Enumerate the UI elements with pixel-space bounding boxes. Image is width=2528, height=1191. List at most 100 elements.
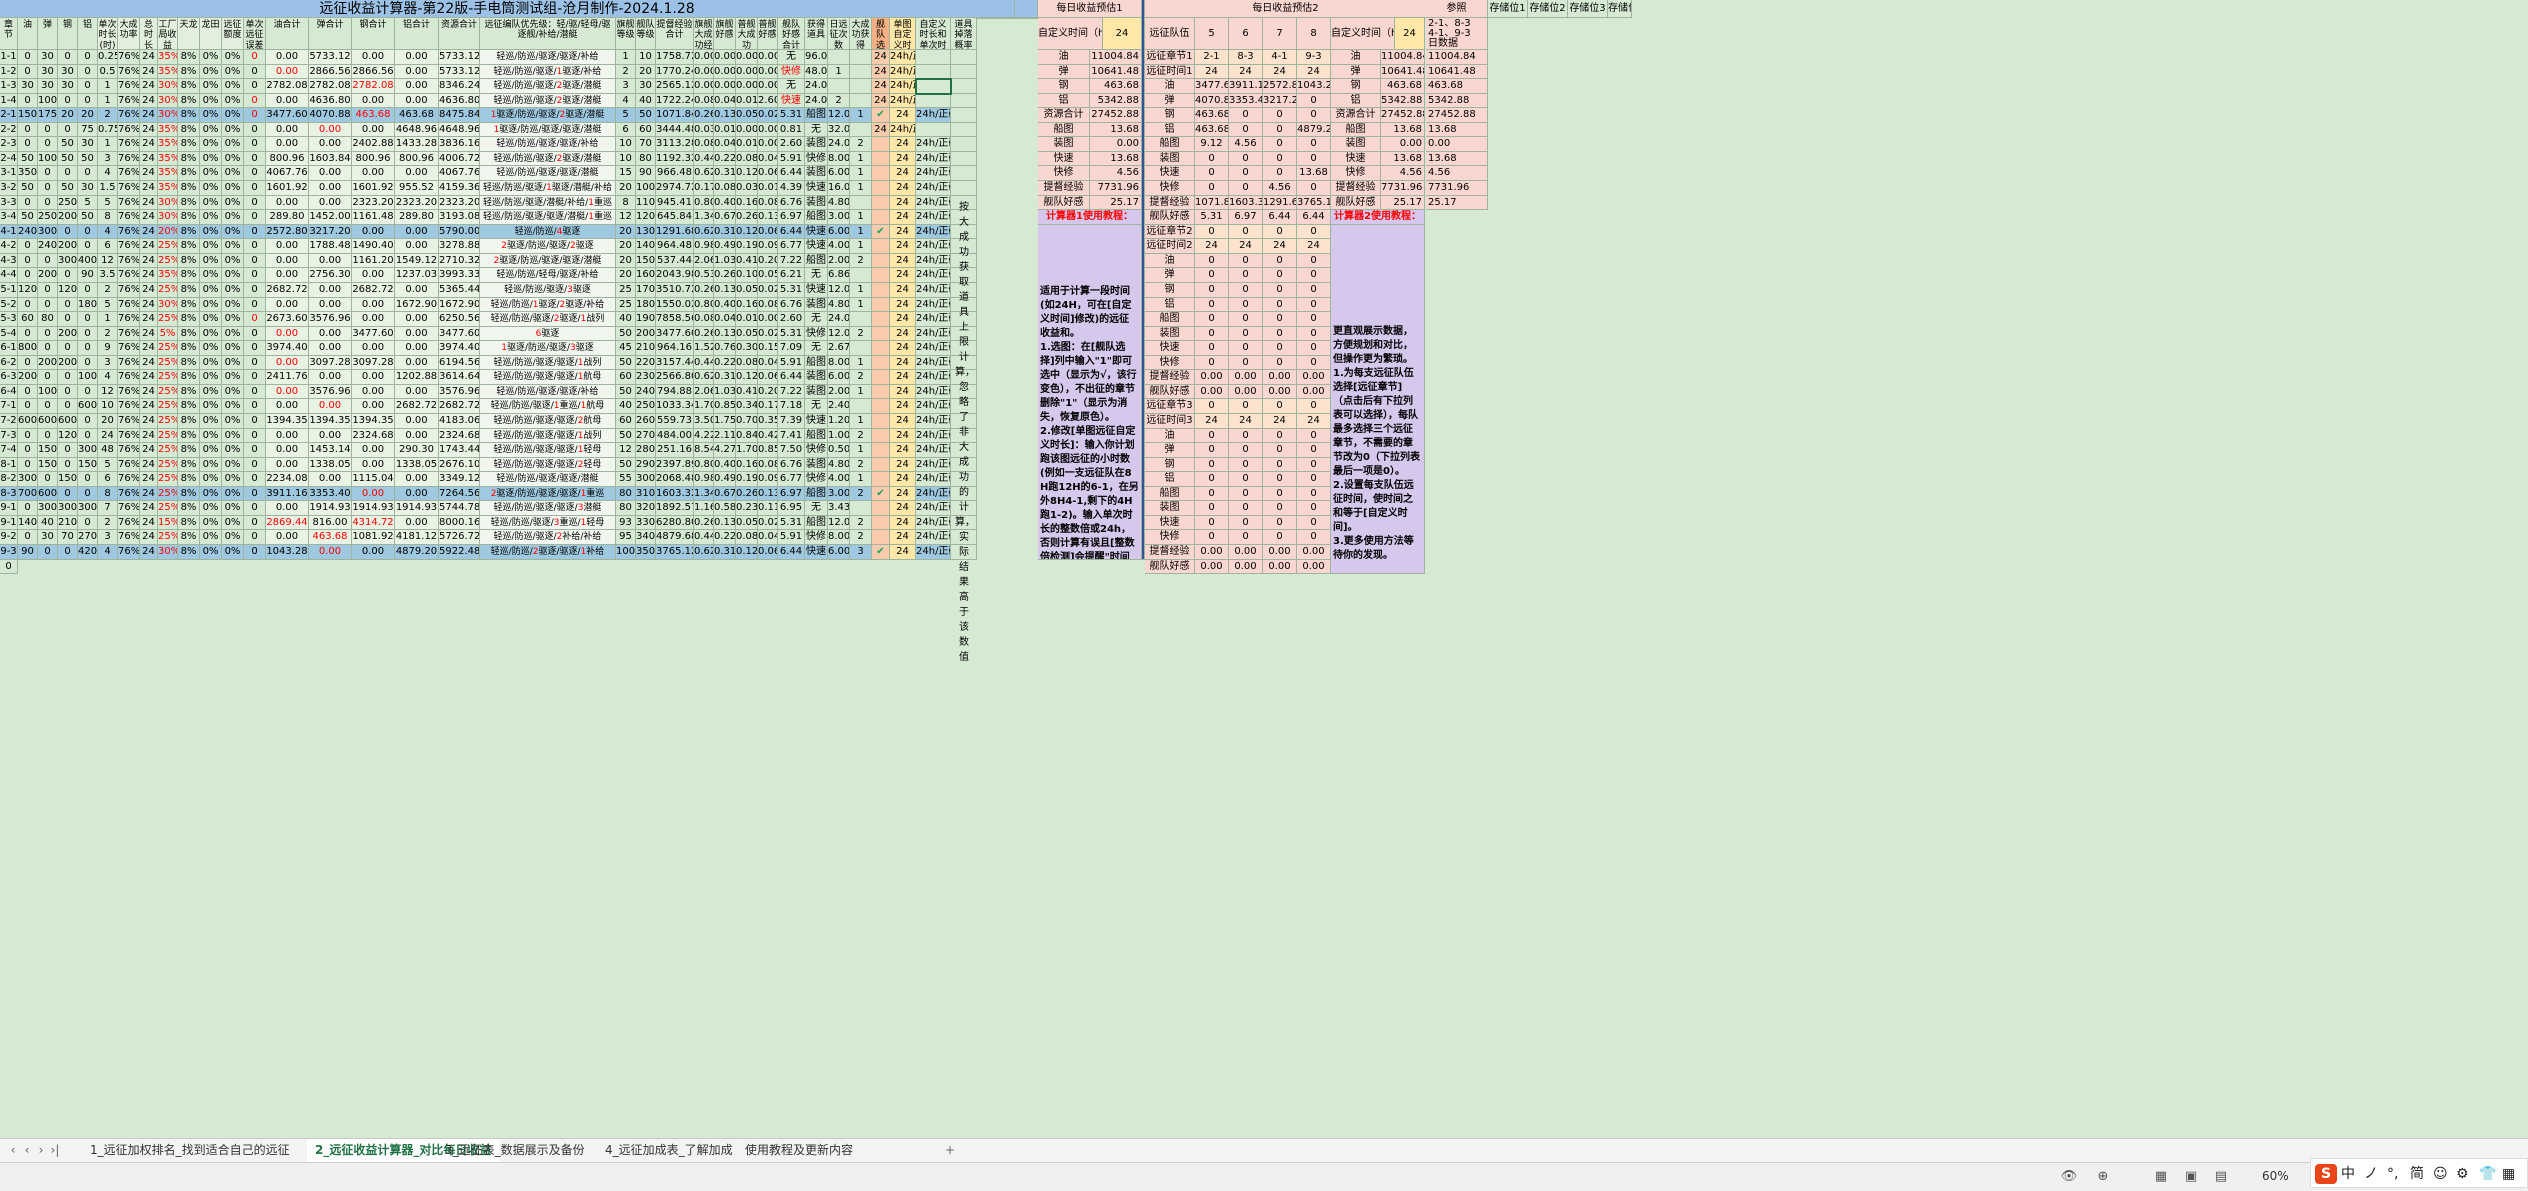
table-cell[interactable]: 0 [38, 282, 58, 298]
fleet-priority-cell[interactable]: 1驱逐/防巡/驱逐/2驱逐/潜艇 [480, 108, 616, 123]
normal-view-icon[interactable]: ▦ [2150, 1167, 2172, 1187]
table-cell[interactable]: 76% [118, 297, 140, 313]
table-cell[interactable]: 6 [98, 472, 118, 487]
est2-time-value[interactable]: 24 [1229, 64, 1263, 80]
table-cell[interactable]: 0.49 [714, 239, 736, 254]
table-cell[interactable]: 0 [58, 443, 78, 458]
table-cell[interactable]: 0% [200, 137, 222, 152]
column-header[interactable]: 油合计 [266, 18, 309, 50]
table-cell[interactable]: 1452.00 [309, 210, 352, 225]
est2-time-value[interactable]: 24 [1263, 414, 1297, 429]
table-cell[interactable]: 76% [118, 195, 140, 211]
est2-group2-value[interactable]: 0 [1263, 312, 1297, 327]
table-cell[interactable]: 0.04 [714, 93, 736, 109]
table-cell[interactable]: 30% [158, 93, 178, 109]
table-cell[interactable]: 3974.40 [439, 341, 480, 356]
column-header[interactable]: 提督经验合计 [656, 18, 694, 50]
table-cell[interactable]: 2411.76 [266, 370, 309, 385]
table-cell[interactable]: 25% [158, 530, 178, 546]
table-cell[interactable]: 76% [118, 326, 140, 342]
table-cell[interactable]: 400 [78, 253, 98, 269]
column-header[interactable]: 天龙 [178, 18, 200, 50]
table-cell[interactable]: 2234.08 [266, 472, 309, 487]
table-cell[interactable]: 0.26 [694, 515, 714, 531]
table-cell[interactable]: 70 [58, 530, 78, 546]
table-cell[interactable]: 0 [38, 122, 58, 138]
table-cell[interactable]: 600 [58, 414, 78, 429]
fleet-priority-cell[interactable]: 轻巡/防巡/驱逐/驱逐/潜艇/1重巡 [480, 210, 616, 225]
row-chapter[interactable]: 7-3 [0, 428, 18, 444]
table-cell[interactable]: 3097.28 [352, 355, 395, 371]
table-cell[interactable]: 0% [200, 108, 222, 123]
column-header[interactable]: 自定义时长和单次时长整数倍检测 [916, 18, 951, 50]
table-cell[interactable]: 5 [78, 195, 98, 211]
table-cell[interactable]: 25 [616, 297, 636, 313]
row-chapter[interactable]: 2-3 [0, 137, 18, 152]
est2-group1-value[interactable]: 3353.4 [1229, 93, 1263, 109]
est2-group3-value[interactable]: 0 [1297, 443, 1331, 458]
table-cell[interactable]: 0.25 [98, 50, 118, 65]
table-cell[interactable]: 0.13 [714, 108, 736, 123]
table-cell[interactable]: 1.00 [828, 428, 850, 444]
table-cell[interactable]: 8% [178, 195, 200, 211]
table-cell[interactable]: 0.00 [352, 399, 395, 414]
table-cell[interactable]: 0.41 [736, 384, 758, 400]
column-header[interactable]: 旗舰好感 [714, 18, 736, 50]
table-cell[interactable]: 1200 [58, 428, 78, 444]
table-cell[interactable]: 0.00 [714, 79, 736, 94]
table-cell[interactable]: 0.10 [736, 268, 758, 283]
table-cell[interactable]: 0 [78, 79, 98, 94]
table-cell[interactable]: 8% [178, 50, 200, 65]
table-cell[interactable]: 76% [118, 181, 140, 196]
table-cell[interactable]: 600 [38, 414, 58, 429]
table-cell[interactable]: 24 [890, 195, 916, 211]
table-cell[interactable]: 24 [890, 355, 916, 371]
table-cell[interactable]: 80 [616, 486, 636, 502]
table-cell[interactable]: 0.00 [309, 326, 352, 342]
table-cell[interactable]: 0.00 [266, 50, 309, 65]
est2-group3-value[interactable]: 0 [1297, 515, 1331, 531]
row-chapter[interactable]: 9-1 [0, 515, 18, 531]
table-cell[interactable]: 1.5 [98, 181, 118, 196]
table-cell[interactable]: 24 [890, 312, 916, 327]
table-cell[interactable]: 3353.40 [309, 486, 352, 502]
table-cell[interactable]: 1338.05 [309, 457, 352, 473]
table-cell[interactable]: 100 [616, 545, 636, 560]
table-cell[interactable]: 1 [850, 224, 872, 240]
table-cell[interactable]: 24 [872, 93, 890, 109]
est2-group3-value[interactable]: 0 [1229, 530, 1263, 546]
table-cell[interactable]: 0.00 [266, 384, 309, 400]
table-cell[interactable]: 24 [140, 399, 158, 414]
table-cell[interactable]: 7.09 [778, 341, 805, 356]
est2-group2-value[interactable]: 0 [1297, 326, 1331, 342]
table-cell[interactable]: 0.00 [395, 384, 439, 400]
table-cell[interactable]: 25% [158, 370, 178, 385]
table-cell[interactable]: 1192.32 [656, 151, 694, 167]
row-chapter[interactable]: 2-2 [0, 122, 18, 138]
table-cell[interactable]: 0.85 [758, 443, 778, 458]
table-cell[interactable]: 463.68 [352, 108, 395, 123]
table-cell[interactable]: 30 [38, 64, 58, 80]
table-cell[interactable]: 0.98 [694, 472, 714, 487]
table-cell[interactable]: 48 [98, 443, 118, 458]
est2-group2-value[interactable]: 0 [1263, 341, 1297, 356]
table-cell[interactable]: 537.44 [656, 253, 694, 269]
table-cell[interactable]: 6 [616, 122, 636, 138]
table-cell[interactable]: 120 [18, 282, 38, 298]
fleet-priority-cell[interactable]: 轻巡/防巡/驱逐/3重巡/1轻母 [480, 515, 616, 531]
table-cell[interactable]: 55 [616, 472, 636, 487]
row-chapter[interactable]: 2-4 [0, 151, 18, 167]
table-cell[interactable]: 0 [18, 457, 38, 473]
column-header[interactable]: 钢合计 [352, 18, 395, 50]
table-cell[interactable]: 6.76 [778, 195, 805, 211]
table-cell[interactable]: 0.06 [758, 370, 778, 385]
table-cell[interactable]: 0.05 [736, 282, 758, 298]
est2-group1-value[interactable]: 0 [1195, 166, 1229, 182]
table-cell[interactable]: 5922.48 [439, 545, 480, 560]
table-cell[interactable]: 0.26 [736, 210, 758, 225]
table-cell[interactable]: 0.00 [309, 181, 352, 196]
table-cell[interactable]: 0.00 [266, 195, 309, 211]
table-cell[interactable]: 0.00 [694, 50, 714, 65]
table-cell[interactable]: 24 [872, 50, 890, 65]
table-cell[interactable]: 10 [616, 137, 636, 152]
